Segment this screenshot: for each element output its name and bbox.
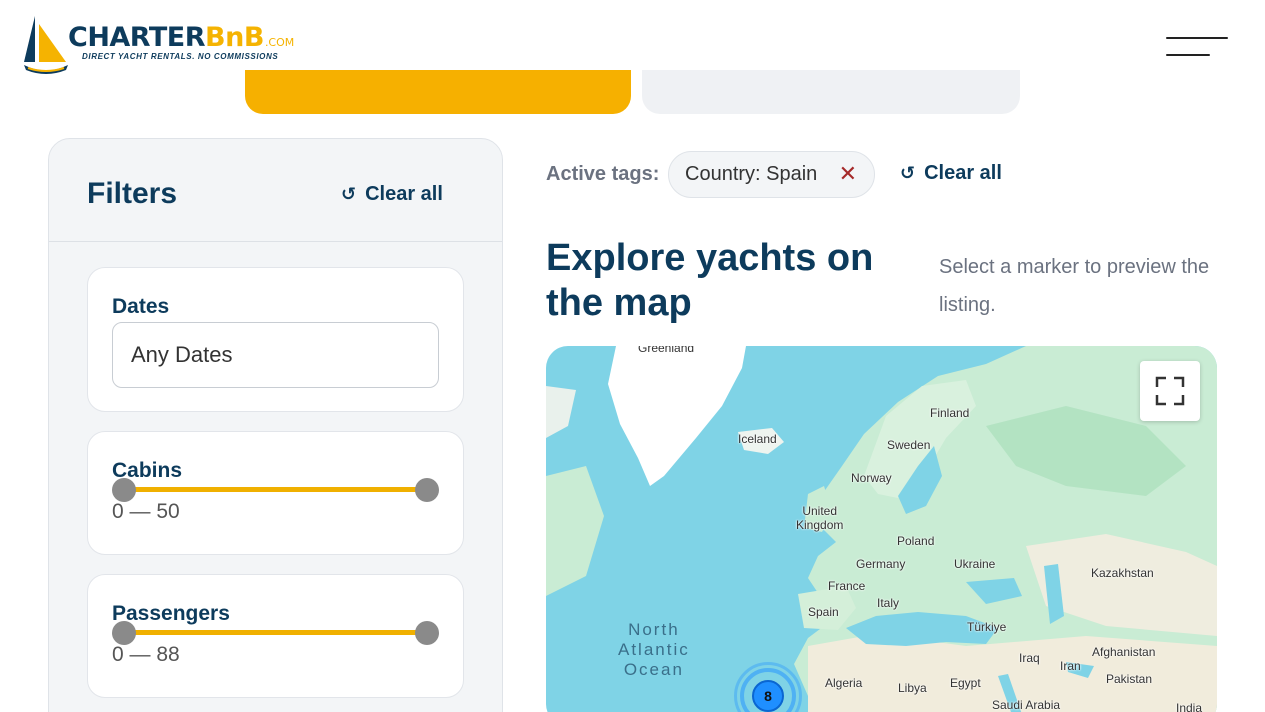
map-label: United Kingdom [796, 504, 844, 532]
yacht-cluster-marker[interactable]: 8 [734, 662, 802, 712]
map-label: Finland [930, 406, 970, 420]
remove-tag-icon[interactable]: ✕ [839, 161, 857, 187]
ocean-label-line: Ocean [623, 660, 684, 679]
cabins-slider-min-handle[interactable] [112, 478, 136, 502]
tab-active[interactable] [245, 70, 631, 114]
fullscreen-icon [1155, 376, 1185, 406]
clear-all-label: Clear all [924, 162, 1002, 184]
fullscreen-button[interactable] [1140, 361, 1200, 421]
dates-input[interactable]: Any Dates [112, 322, 439, 388]
sailboat-logo-icon [24, 16, 68, 74]
dates-label: Dates [112, 295, 170, 318]
map-label: Türkiye [967, 620, 1007, 634]
map-label: Kazakhstan [1091, 566, 1154, 580]
map-label: Ukraine [954, 557, 996, 571]
clear-all-label: Clear all [365, 183, 443, 205]
reset-icon: ↺ [900, 163, 916, 184]
ocean-label: North Atlantic Ocean [618, 620, 690, 680]
ocean-label-line: Atlantic [618, 640, 690, 659]
cabins-range-value: 0 — 50 [112, 500, 180, 523]
tab-inactive[interactable] [642, 70, 1020, 114]
map-label: Saudi Arabia [992, 698, 1061, 712]
map-view[interactable]: Greenland Iceland Finland Sweden Norway … [546, 346, 1217, 712]
map-label: Afghanistan [1092, 645, 1156, 659]
explore-title: Explore yachts on the map [546, 237, 874, 324]
site-logo[interactable]: CHARTERBnB.COM DIRECT YACHT RENTALS. NO … [22, 14, 312, 76]
cabins-slider-max-handle[interactable] [415, 478, 439, 502]
ocean-label-line: North [628, 620, 680, 639]
active-tags-label: Active tags: [546, 163, 660, 185]
page: CHARTERBnB.COM DIRECT YACHT RENTALS. NO … [0, 0, 1265, 712]
passengers-slider-track[interactable] [124, 630, 427, 635]
tags-clear-all-button[interactable]: ↺ Clear all [900, 162, 1002, 185]
map-label: Algeria [825, 676, 863, 690]
map-label: Spain [808, 605, 839, 619]
passengers-filter-card: Passengers 0 — 88 [87, 574, 464, 698]
map-label: Germany [856, 557, 906, 571]
explore-subtitle: Select a marker to preview the listing. [939, 256, 1210, 316]
passengers-slider-max-handle[interactable] [415, 621, 439, 645]
cabins-slider-track[interactable] [124, 487, 427, 492]
passengers-range-value: 0 — 88 [112, 643, 180, 666]
cluster-count: 8 [752, 680, 784, 712]
tag-key: Country: [685, 163, 761, 185]
hamburger-icon-line [1166, 54, 1210, 56]
map-label: Libya [898, 681, 927, 695]
hamburger-icon [1166, 37, 1228, 39]
map-label: Pakistan [1106, 672, 1153, 686]
map-label: France [828, 579, 866, 593]
map-label: Iraq [1019, 651, 1040, 665]
map-label: India [1176, 701, 1203, 712]
tag-value: Spain [766, 163, 818, 185]
dates-filter-card: Dates Any Dates [87, 267, 464, 412]
map-label: Iran [1060, 659, 1081, 673]
cabins-filter-card: Cabins 0 — 50 [87, 431, 464, 555]
logo-wordmark: CHARTERBnB.COM [68, 22, 295, 53]
map-label: Iceland [738, 432, 777, 446]
map-label: Italy [877, 596, 900, 610]
map-label: Greenland [638, 346, 695, 355]
filters-header: Filters ↺ Clear all [49, 139, 502, 242]
map-label: Norway [851, 471, 892, 485]
logo-tagline: DIRECT YACHT RENTALS. NO COMMISSIONS [82, 52, 279, 61]
reset-icon: ↺ [341, 184, 357, 205]
tag-chip-country[interactable]: Country: Spain ✕ [668, 151, 875, 198]
hamburger-menu-button[interactable] [1166, 36, 1228, 58]
filters-panel: Filters ↺ Clear all Dates Any Dates Cabi… [48, 138, 503, 712]
map-label: Poland [897, 534, 935, 548]
passengers-slider-min-handle[interactable] [112, 621, 136, 645]
filters-clear-all-button[interactable]: ↺ Clear all [341, 183, 443, 206]
map-label: Egypt [950, 676, 981, 690]
map-label: Sweden [887, 438, 931, 452]
filters-title: Filters [87, 177, 178, 210]
